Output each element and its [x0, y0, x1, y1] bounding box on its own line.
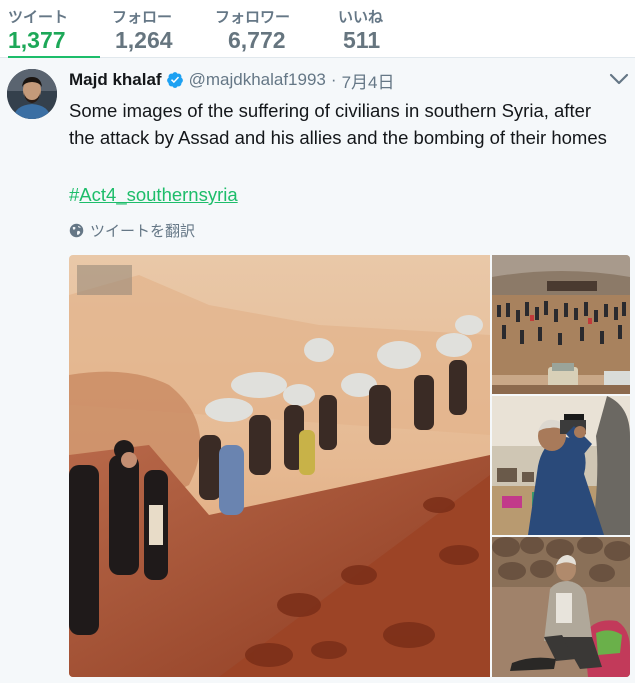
- hashtag-symbol: #: [69, 184, 80, 205]
- photo-crowd-vehicles[interactable]: [492, 255, 630, 394]
- stat-likes-label: いいね: [338, 9, 384, 26]
- stat-followers-label: フォロワー: [215, 9, 291, 26]
- profile-stats-bar: ツイート 1,377 フォロー 1,264 フォロワー 6,772 いいね 51…: [0, 0, 635, 59]
- chevron-down-icon[interactable]: [609, 72, 629, 86]
- stat-following[interactable]: フォロー 1,264: [112, 0, 192, 58]
- stat-tweets-label: ツイート: [8, 9, 69, 26]
- stat-following-label: フォロー: [112, 9, 173, 26]
- translate-label: ツイートを翻訳: [90, 223, 196, 240]
- tweet-text: Some images of the suffering of civilian…: [69, 100, 607, 148]
- avatar[interactable]: [7, 69, 57, 119]
- hashtag-text: Act4_southernsyria: [79, 184, 238, 205]
- stat-likes[interactable]: いいね 511: [338, 0, 398, 58]
- tweet-date[interactable]: 7月4日: [342, 68, 395, 93]
- stat-following-value: 1,264: [115, 27, 173, 53]
- photo-man-binoculars[interactable]: [492, 396, 630, 535]
- media-grid: [69, 255, 630, 677]
- verified-badge-icon: [166, 72, 183, 88]
- globe-icon: [69, 223, 84, 238]
- photo-old-man-sitting[interactable]: [492, 537, 630, 677]
- stat-followers-value: 6,772: [228, 27, 286, 53]
- hashtag-link[interactable]: #Act4_southernsyria: [69, 181, 238, 208]
- author-name[interactable]: Majd khalaf: [69, 70, 162, 90]
- tweet-header: Majd khalaf @majdkhalaf1993 · 7月4日: [69, 68, 394, 92]
- stat-tweets[interactable]: ツイート 1,377: [8, 0, 100, 59]
- photo-refugees-dust[interactable]: [69, 255, 490, 677]
- stat-tweets-value: 1,377: [8, 27, 66, 53]
- translate-tweet-button[interactable]: ツイートを翻訳: [69, 220, 195, 241]
- stat-likes-value: 511: [343, 27, 381, 53]
- stat-followers[interactable]: フォロワー 6,772: [215, 0, 315, 58]
- header-separator: ·: [330, 70, 337, 89]
- tweet[interactable]: Majd khalaf @majdkhalaf1993 · 7月4日 Some …: [0, 58, 635, 683]
- author-handle[interactable]: @majdkhalaf1993: [189, 70, 326, 90]
